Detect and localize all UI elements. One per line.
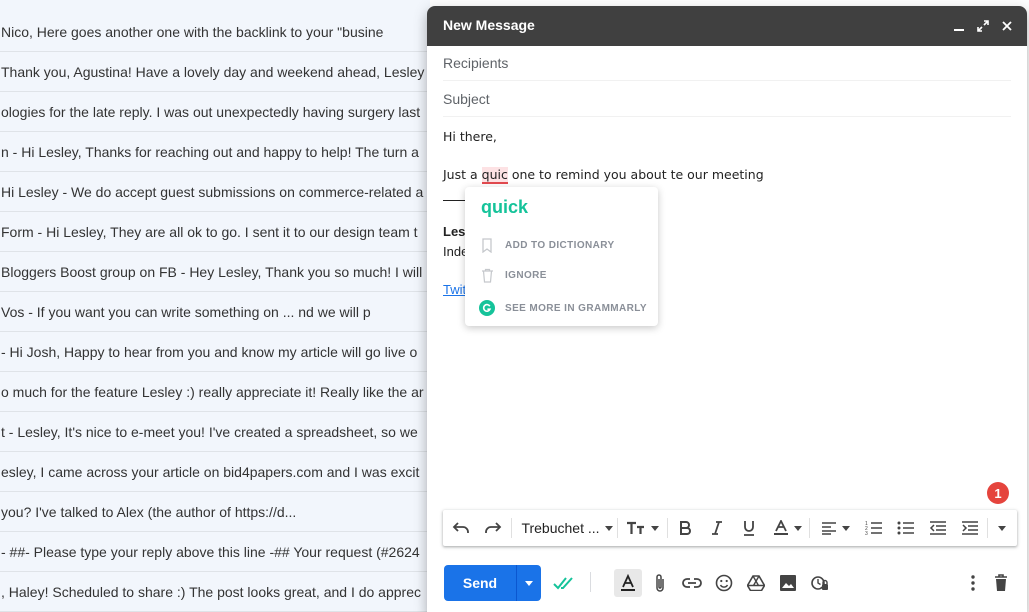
grammarly-check-icon[interactable] [550,569,578,597]
confidential-mode-icon[interactable] [806,569,834,597]
compose-header[interactable]: New Message [427,6,1027,46]
attach-file-icon[interactable] [646,569,674,597]
google-drive-icon[interactable] [742,569,770,597]
grammarly-suggestion[interactable]: quick [481,197,528,218]
list-item[interactable]: t - Lesley, It's nice to e-meet you! I'v… [0,412,430,452]
list-item[interactable]: o much for the feature Lesley :) really … [0,372,430,412]
see-more-in-grammarly-button[interactable]: SEE MORE IN GRAMMARLY [479,298,647,318]
text-color-icon [773,520,788,535]
list-item[interactable]: you? I've talked to Alex (the author of … [0,492,430,532]
compose-title: New Message [443,17,535,33]
list-item[interactable]: Thank you, Agustina! Have a lovely day a… [0,52,430,92]
see-more-label: SEE MORE IN GRAMMARLY [505,302,647,314]
list-item[interactable]: esley, I came across your article on bid… [0,452,430,492]
insert-photo-icon[interactable] [774,569,802,597]
recipients-placeholder: Recipients [443,55,509,71]
list-item[interactable]: n - Hi Lesley, Thanks for reaching out a… [0,132,430,172]
minimize-icon[interactable] [949,16,969,36]
body-text-before: Just a [443,167,482,182]
subject-field[interactable]: Subject [443,81,1011,117]
chevron-down-icon [525,580,533,586]
add-to-dictionary-button[interactable]: ADD TO DICTIONARY [479,235,615,255]
chevron-down-icon [841,525,850,531]
chevron-down-icon [650,525,659,531]
body-greeting[interactable]: Hi there, [443,129,497,144]
signature-link[interactable]: Twit [443,282,466,297]
chevron-down-icon [998,525,1006,531]
ignore-button[interactable]: IGNORE [479,265,547,285]
svg-text:3: 3 [865,531,868,536]
discard-draft-icon[interactable] [987,569,1015,597]
misspelled-word[interactable]: quic [481,167,508,184]
toolbar-separator [617,518,618,538]
align-select[interactable] [817,516,853,540]
insert-link-icon[interactable] [678,569,706,597]
list-item[interactable]: Form - Hi Lesley, They are all ok to go.… [0,212,430,252]
align-left-icon [821,522,836,535]
grammarly-popup: quick ADD TO DICTIONARY IGNORE SEE MORE … [465,187,658,326]
list-item[interactable]: - ##- Please type your reply above this … [0,532,430,572]
more-formatting-button[interactable] [993,516,1011,540]
toolbar-separator [511,518,512,538]
recipients-field[interactable]: Recipients [443,45,1011,81]
list-item[interactable]: , Haley! Scheduled to share :) The post … [0,572,430,612]
text-color-select[interactable] [769,516,805,540]
bold-icon[interactable] [675,516,695,540]
list-item[interactable]: - Hi Josh, Happy to hear from you and kn… [0,332,430,372]
list-item[interactable]: Bloggers Boost group on FB - Hey Lesley,… [0,252,430,292]
toolbar-separator [667,518,668,538]
indent-more-icon[interactable] [959,516,981,540]
indent-less-icon[interactable] [927,516,949,540]
toolbar-separator [809,518,810,538]
notification-badge[interactable]: 1 [987,482,1009,504]
formatting-toolbar: Trebuchet ... 123 [443,510,1017,546]
list-item[interactable]: Vos - If you want you can write somethin… [0,292,430,332]
font-family-label: Trebuchet ... [521,520,600,536]
more-options-icon[interactable] [959,569,987,597]
undo-icon[interactable] [449,516,473,540]
ignore-label: IGNORE [505,269,547,281]
chevron-down-icon [793,525,802,531]
body-line[interactable]: Just a quic one to remind you about te o… [443,167,764,184]
toolbar-separator [987,518,988,538]
list-item[interactable]: ologies for the late reply. I was out un… [0,92,430,132]
toolbar-separator [590,572,591,592]
list-item[interactable]: Hi Lesley - We do accept guest submissio… [0,172,430,212]
italic-icon[interactable] [707,516,727,540]
add-to-dictionary-label: ADD TO DICTIONARY [505,239,615,251]
grammarly-logo-icon [479,300,495,316]
expand-icon[interactable] [973,16,993,36]
close-icon[interactable] [997,16,1017,36]
chevron-down-icon [604,525,613,531]
schedule-send-button[interactable] [516,565,541,601]
body-text-after: one to remind you about te our meeting [507,167,764,182]
list-item[interactable]: Nico, Here goes another one with the bac… [0,12,430,52]
text-size-icon [626,521,644,534]
signature-divider [443,200,465,201]
bulleted-list-icon[interactable] [895,516,917,540]
inbox-list: Nico, Here goes another one with the bac… [0,0,430,612]
bookmark-icon [479,237,495,253]
trash-icon [479,267,495,283]
font-size-select[interactable] [623,516,661,540]
send-button[interactable]: Send [444,565,516,601]
numbered-list-icon[interactable]: 123 [863,516,885,540]
underline-icon[interactable] [739,516,759,540]
emoji-icon[interactable] [710,569,738,597]
font-family-select[interactable]: Trebuchet ... [519,516,615,540]
subject-placeholder: Subject [443,91,490,107]
redo-icon[interactable] [481,516,505,540]
signature-name: Les [443,224,466,239]
formatting-options-icon[interactable] [614,569,642,597]
